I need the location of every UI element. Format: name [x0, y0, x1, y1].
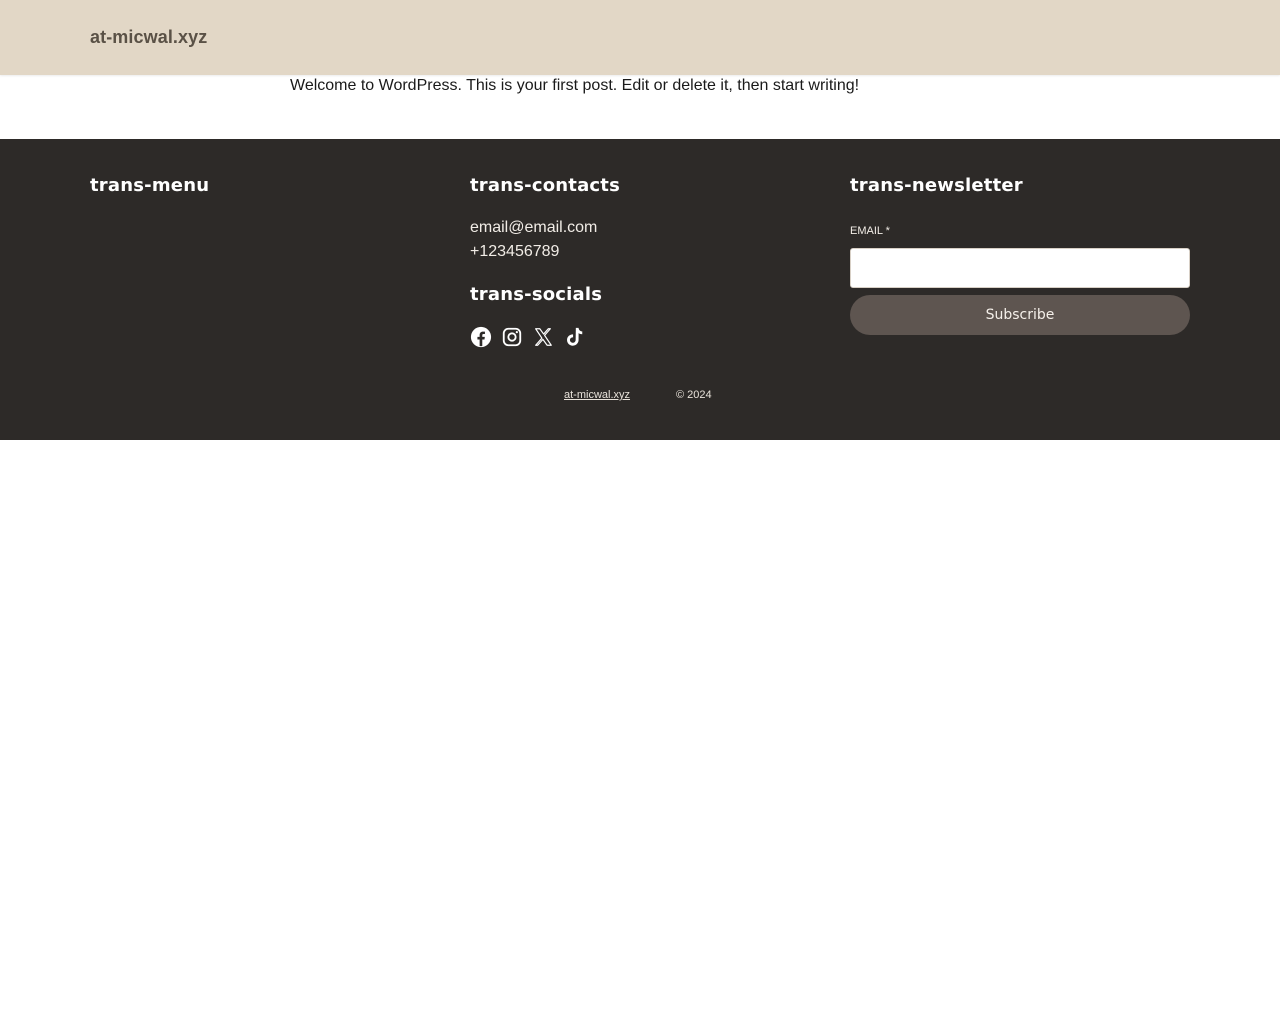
site-header: at-micwal.xyz: [0, 0, 1280, 75]
email-field-label: EMAIL *: [850, 225, 890, 237]
subscribe-button[interactable]: Subscribe: [850, 295, 1190, 335]
copyright-text: © 2024: [676, 389, 712, 401]
site-footer: trans-menu trans-contacts email@email.co…: [0, 139, 1280, 440]
tiktok-icon[interactable]: [563, 326, 585, 348]
menu-heading: trans-menu: [90, 175, 210, 196]
contacts-heading: trans-contacts: [470, 175, 621, 196]
facebook-icon[interactable]: [470, 326, 492, 348]
newsletter-heading: trans-newsletter: [850, 175, 1023, 196]
contact-phone-link[interactable]: +123456789: [470, 243, 559, 261]
site-title-link[interactable]: at-micwal.xyz: [90, 27, 207, 48]
contact-email-link[interactable]: email@email.com: [470, 219, 597, 237]
socials-heading: trans-socials: [470, 284, 603, 305]
instagram-icon[interactable]: [501, 326, 523, 348]
post-content: Welcome to WordPress. This is your first…: [290, 77, 860, 94]
social-icons-list: [470, 326, 585, 348]
footer-site-name-link[interactable]: at-micwal.xyz: [564, 389, 630, 401]
x-icon[interactable]: [532, 326, 554, 348]
newsletter-email-input[interactable]: [850, 248, 1190, 288]
